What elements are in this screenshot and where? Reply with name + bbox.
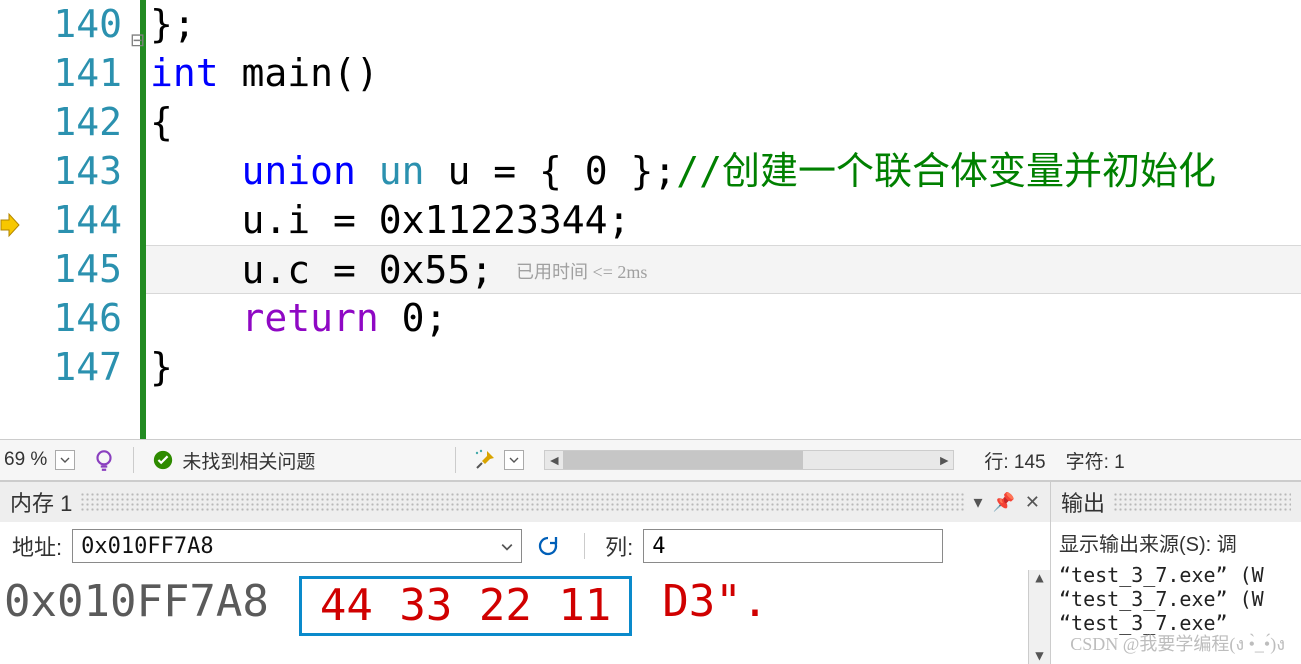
refresh-button[interactable] (532, 530, 564, 562)
zoom-dropdown[interactable] (55, 450, 75, 470)
cleanup-icon[interactable] (472, 447, 498, 473)
issues-text: 未找到相关问题 (182, 447, 315, 474)
memory-row-bytes: 44 33 22 11 (299, 576, 632, 636)
output-line: “test_3_7.exe” (1059, 611, 1293, 635)
check-icon (150, 447, 176, 473)
memory-panel: 内存 1 ▾ 📌 ✕ 地址: 0x010FF7A8 列: (0, 482, 1051, 664)
panel-drag-grip[interactable] (80, 493, 965, 511)
columns-input[interactable]: 4 (643, 529, 943, 563)
code-editor[interactable]: 140 141 142 143 144 145 146 147 ⊟ }; int… (0, 0, 1301, 439)
current-line-arrow-icon (0, 212, 20, 243)
line-number: 145 (20, 245, 140, 294)
output-source-value[interactable]: 调 (1217, 534, 1237, 556)
line-number: 141 (20, 49, 140, 98)
editor-status-strip: 69 % 未找到相关问题 ◄ ► 行: 145 字符: 1 (0, 439, 1301, 481)
output-panel-title[interactable]: 输出 (1051, 482, 1301, 522)
code-line: return 0; (146, 294, 1301, 343)
code-line: u.i = 0x11223344; (146, 196, 1301, 245)
panel-drag-grip[interactable] (1113, 493, 1291, 511)
code-line: union un u = { 0 };//创建一个联合体变量并初始化 (146, 147, 1301, 196)
line-number: 143 (20, 147, 140, 196)
columns-value: 4 (652, 534, 665, 559)
output-body: 显示输出来源(S): 调 “test_3_7.exe” (W “test_3_7… (1051, 522, 1301, 641)
memory-title-text: 内存 1 (10, 486, 72, 518)
line-number: 146 (20, 294, 140, 343)
breakpoint-margin[interactable] (0, 0, 20, 439)
line-number: 147 (20, 343, 140, 392)
scroll-left-icon[interactable]: ◄ (545, 452, 563, 468)
line-number: 140 (20, 0, 140, 49)
memory-row-address: 0x010FF7A8 (4, 576, 269, 627)
code-line: }; (146, 0, 1301, 49)
caret-line: 行: 145 (984, 447, 1045, 474)
code-line: { (146, 98, 1301, 147)
memory-view[interactable]: 0x010FF7A8 44 33 22 11 D3". ▲ ▼ (0, 570, 1050, 664)
memory-row-ascii: D3". (662, 576, 768, 627)
output-line: “test_3_7.exe” (W (1059, 563, 1293, 587)
output-line: “test_3_7.exe” (W (1059, 587, 1293, 611)
line-number: 142 (20, 98, 140, 147)
address-label: 地址: (12, 530, 62, 562)
cleanup-dropdown[interactable] (504, 450, 524, 470)
zoom-level: 69 % (0, 449, 55, 471)
address-value: 0x010FF7A8 (81, 534, 213, 559)
code-line: } (146, 343, 1301, 392)
lightbulb-icon[interactable] (91, 447, 117, 473)
panel-menu-icon[interactable]: ▾ (973, 492, 982, 513)
scroll-right-icon[interactable]: ► (935, 452, 953, 468)
bottom-panels: 内存 1 ▾ 📌 ✕ 地址: 0x010FF7A8 列: (0, 481, 1301, 664)
code-body[interactable]: ⊟ }; int main() { union un u = { 0 };//创… (140, 0, 1301, 439)
address-dropdown-icon[interactable] (501, 534, 513, 559)
fold-toggle-icon[interactable]: ⊟ (130, 30, 145, 51)
code-line: int main() (146, 49, 1301, 98)
scroll-up-icon[interactable]: ▲ (1035, 570, 1043, 586)
output-title-text: 输出 (1061, 486, 1105, 518)
scroll-thumb[interactable] (563, 451, 803, 469)
caret-char: 字符: 1 (1066, 447, 1125, 474)
line-number-gutter: 140 141 142 143 144 145 146 147 (20, 0, 140, 439)
close-icon[interactable]: ✕ (1025, 492, 1040, 513)
memory-panel-title[interactable]: 内存 1 ▾ 📌 ✕ (0, 482, 1050, 522)
ide-root: 140 141 142 143 144 145 146 147 ⊟ }; int… (0, 0, 1301, 664)
perf-hint: 已用时间 <= 2ms (516, 262, 647, 282)
memory-toolbar: 地址: 0x010FF7A8 列: 4 (0, 522, 1050, 570)
address-input[interactable]: 0x010FF7A8 (72, 529, 522, 563)
line-number: 144 (20, 196, 140, 245)
pin-icon[interactable]: 📌 (992, 492, 1014, 513)
code-line-current: u.c = 0x55; 已用时间 <= 2ms (146, 245, 1301, 294)
output-panel: 输出 显示输出来源(S): 调 “test_3_7.exe” (W “test_… (1051, 482, 1301, 664)
memory-vertical-scrollbar[interactable]: ▲ ▼ (1028, 570, 1050, 664)
columns-label: 列: (605, 530, 633, 562)
scroll-down-icon[interactable]: ▼ (1035, 648, 1043, 664)
horizontal-scrollbar[interactable]: ◄ ► (544, 450, 954, 470)
output-lines[interactable]: “test_3_7.exe” (W “test_3_7.exe” (W “tes… (1059, 563, 1293, 635)
output-source-label: 显示输出来源(S): (1059, 534, 1211, 556)
